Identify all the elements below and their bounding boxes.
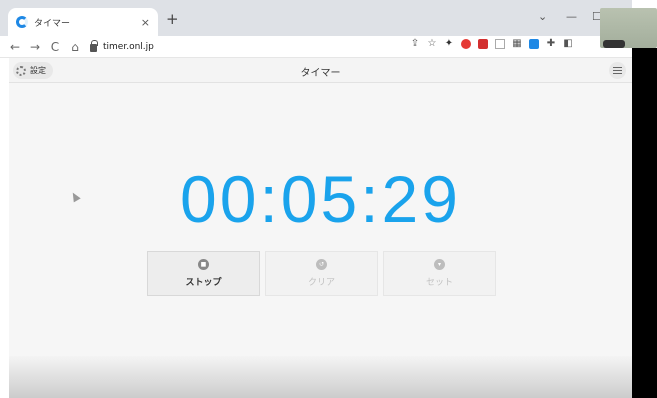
set-icon: ▾ bbox=[434, 259, 445, 270]
menu-icon bbox=[613, 67, 622, 74]
screen-edge bbox=[632, 48, 657, 398]
extensions-puzzle-icon[interactable]: ✚ bbox=[546, 39, 556, 49]
extension-red-icon[interactable] bbox=[461, 39, 471, 49]
address-bar[interactable]: timer.onl.jp bbox=[82, 38, 442, 56]
tab-title: タイマー bbox=[34, 18, 71, 29]
side-panel-icon[interactable]: ◧ bbox=[563, 39, 573, 49]
extension-blue-icon[interactable] bbox=[529, 39, 539, 49]
back-icon[interactable]: ← bbox=[6, 40, 24, 54]
browser-toolbar: ← → C ⌂ timer.onl.jp ⇪ ☆ ✦ ▦ ✚ ◧ bbox=[0, 36, 632, 58]
timer-display: 00:05:29 bbox=[180, 162, 461, 236]
stop-label: ストップ bbox=[185, 278, 222, 288]
timer-page: 設定 タイマー 00:05:29 ■ ストップ ↺ クリア ▾ セット bbox=[9, 58, 632, 398]
clear-button[interactable]: ↺ クリア bbox=[265, 251, 378, 296]
lock-icon bbox=[90, 40, 98, 52]
timer-controls: ■ ストップ ↺ クリア ▾ セット bbox=[147, 251, 496, 296]
browser-tab[interactable]: タイマー × bbox=[8, 8, 158, 36]
browser-tabstrip: タイマー × + ⌄ — ☐ bbox=[0, 0, 632, 36]
extensions-area: ⇪ ☆ ✦ ▦ ✚ ◧ bbox=[410, 39, 573, 49]
share-icon[interactable]: ⇪ bbox=[410, 39, 420, 49]
new-tab-button[interactable]: + bbox=[166, 12, 179, 27]
menu-button[interactable] bbox=[609, 62, 626, 79]
url-text[interactable]: timer.onl.jp bbox=[103, 42, 154, 52]
clear-icon: ↺ bbox=[316, 259, 327, 270]
bottom-shadow bbox=[9, 356, 632, 398]
app-header: 設定 タイマー bbox=[9, 58, 632, 83]
stop-icon: ■ bbox=[198, 259, 209, 270]
extension-box-icon[interactable] bbox=[495, 39, 505, 49]
bookmark-star-icon[interactable]: ☆ bbox=[427, 39, 437, 49]
stop-button[interactable]: ■ ストップ bbox=[147, 251, 260, 296]
timer-favicon-icon bbox=[16, 16, 28, 28]
set-label: セット bbox=[425, 278, 453, 288]
forward-icon[interactable]: → bbox=[26, 40, 44, 54]
reload-icon[interactable]: C bbox=[46, 40, 64, 54]
minimize-button[interactable]: — bbox=[566, 10, 577, 23]
tab-close-icon[interactable]: × bbox=[141, 16, 150, 29]
clear-label: クリア bbox=[307, 278, 335, 288]
extension-bird-icon[interactable]: ✦ bbox=[444, 39, 454, 49]
webcam-badge bbox=[603, 40, 625, 48]
page-title: タイマー bbox=[300, 68, 341, 79]
tab-search-icon[interactable]: ⌄ bbox=[538, 10, 547, 23]
set-button[interactable]: ▾ セット bbox=[383, 251, 496, 296]
extension-grid-icon[interactable]: ▦ bbox=[512, 39, 522, 49]
pdf-icon[interactable] bbox=[478, 39, 488, 49]
